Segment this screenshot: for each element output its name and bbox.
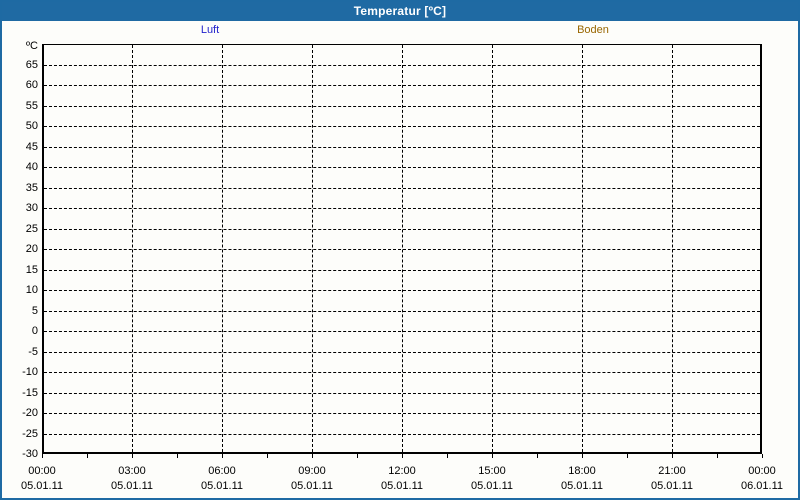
y-tick-label: -30 [22, 448, 38, 460]
x-axis-minor-tick [762, 454, 763, 458]
y-tick-label: 25 [25, 223, 38, 235]
x-tick-time: 12:00 [388, 465, 416, 477]
x-gridline [582, 45, 583, 452]
y-tick-label: 55 [25, 100, 38, 112]
x-tick-date: 05.01.11 [650, 480, 693, 492]
x-tick-label: 15:00 05.01.11 [460, 460, 524, 494]
x-tick-time: 18:00 [568, 465, 596, 477]
y-tick-label: 50 [25, 120, 38, 132]
y-tick-label: 60 [25, 79, 38, 91]
window-title: Temperatur [ºC] [353, 4, 447, 18]
y-tick-label: 10 [25, 284, 38, 296]
y-tick-label: 20 [25, 243, 38, 255]
x-axis-minor-tick [537, 454, 538, 458]
x-tick-time: 15:00 [478, 465, 506, 477]
x-tick-date: 05.01.11 [290, 480, 333, 492]
x-tick-time: 21:00 [658, 465, 686, 477]
y-tick-label: 0 [31, 325, 38, 337]
x-gridline [492, 45, 493, 452]
x-tick-date: 05.01.11 [560, 480, 603, 492]
x-tick-time: 09:00 [298, 465, 326, 477]
y-tick-label: -25 [22, 428, 38, 440]
y-tick-label: -5 [28, 346, 38, 358]
x-axis-minor-tick [627, 454, 628, 458]
y-tick-label: 15 [25, 264, 38, 276]
x-tick-label: 00:00 06.01.11 [730, 460, 794, 494]
x-axis-minor-tick [42, 454, 43, 458]
x-axis-minor-tick [222, 454, 223, 458]
x-tick-label: 18:00 05.01.11 [550, 460, 614, 494]
x-tick-label: 00:00 05.01.11 [10, 460, 74, 494]
x-axis-minor-tick [447, 454, 448, 458]
y-axis-unit-label: ºC [26, 40, 38, 52]
x-axis-minor-tick [582, 454, 583, 458]
x-axis-minor-tick [672, 454, 673, 458]
x-gridline [312, 45, 313, 452]
y-tick-label: 5 [31, 305, 38, 317]
x-tick-time: 00:00 [28, 465, 56, 477]
x-tick-time: 03:00 [118, 465, 146, 477]
y-tick-label: -15 [22, 387, 38, 399]
x-tick-date: 05.01.11 [380, 480, 423, 492]
x-tick-date: 06.01.11 [740, 480, 783, 492]
x-axis-minor-tick [177, 454, 178, 458]
x-tick-time: 00:00 [748, 465, 776, 477]
x-axis-minor-tick [492, 454, 493, 458]
x-axis-minor-tick [267, 454, 268, 458]
x-tick-label: 21:00 05.01.11 [640, 460, 704, 494]
x-axis-minor-tick [312, 454, 313, 458]
x-gridline [222, 45, 223, 452]
x-tick-date: 05.01.11 [200, 480, 243, 492]
x-axis-minor-tick [132, 454, 133, 458]
title-bar: Temperatur [ºC] [2, 2, 798, 21]
x-tick-date: 05.01.11 [20, 480, 63, 492]
y-tick-label: -10 [22, 366, 38, 378]
x-tick-date: 05.01.11 [470, 480, 513, 492]
x-tick-time: 06:00 [208, 465, 236, 477]
x-axis-minor-tick [357, 454, 358, 458]
x-tick-label: 09:00 05.01.11 [280, 460, 344, 494]
x-axis-minor-tick [717, 454, 718, 458]
x-gridline [402, 45, 403, 452]
legend-item-luft: Luft [200, 24, 220, 36]
y-tick-label: 35 [25, 182, 38, 194]
x-gridline [672, 45, 673, 452]
y-tick-label: 30 [25, 202, 38, 214]
x-tick-date: 05.01.11 [110, 480, 153, 492]
legend-item-boden: Boden [577, 24, 609, 36]
y-tick-label: 45 [25, 141, 38, 153]
y-tick-label: -20 [22, 407, 38, 419]
chart-window: Temperatur [ºC] Luft Boden 65 60 55 50 45 40 3… [0, 0, 800, 500]
x-axis-minor-tick [402, 454, 403, 458]
y-tick-label: 65 [25, 59, 38, 71]
x-axis-minor-tick [87, 454, 88, 458]
x-tick-label: 12:00 05.01.11 [370, 460, 434, 494]
x-tick-label: 06:00 05.01.11 [190, 460, 254, 494]
y-tick-label: 40 [25, 161, 38, 173]
x-tick-label: 03:00 05.01.11 [100, 460, 164, 494]
x-gridline [132, 45, 133, 452]
